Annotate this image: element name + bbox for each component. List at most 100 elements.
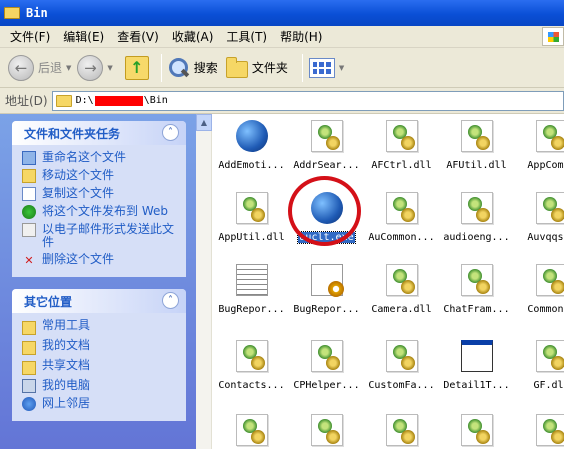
place-label: 常用工具 <box>42 318 91 332</box>
folder-icon <box>55 94 72 107</box>
network-icon <box>22 397 36 411</box>
folder-icon <box>4 7 20 19</box>
scrollbar[interactable]: ▲ <box>196 114 212 449</box>
task-rename[interactable]: 重命名这个文件 <box>22 151 182 165</box>
scroll-up-icon[interactable]: ▲ <box>196 114 212 131</box>
address-label: 地址(D) <box>5 94 48 108</box>
dll-icon <box>535 340 564 372</box>
file-item[interactable] <box>214 414 289 449</box>
back-button[interactable]: ← 后退 ▼ <box>8 54 71 81</box>
file-name: AddrSear... <box>293 160 360 171</box>
task-email[interactable]: 以电子邮件形式发送此文件 <box>22 223 182 249</box>
dll-icon <box>310 414 343 446</box>
chevron-down-icon[interactable]: ▼ <box>107 64 112 72</box>
address-input[interactable]: D:\ \Bin <box>51 90 564 111</box>
redaction-mark <box>94 95 143 106</box>
task-move[interactable]: 移动这个文件 <box>22 169 182 183</box>
dll-icon <box>385 120 418 152</box>
toolbar-divider <box>160 53 162 82</box>
computer-icon <box>22 379 36 393</box>
email-icon <box>22 223 36 237</box>
dll-icon <box>535 414 564 446</box>
title-bar: Bin <box>0 0 564 26</box>
file-name: AddEmoti... <box>218 160 285 171</box>
views-button[interactable]: ▼ <box>308 57 345 78</box>
file-item[interactable] <box>289 414 364 449</box>
file-item[interactable]: AppUtil.dll <box>214 192 289 243</box>
menu-help[interactable]: 帮助(H) <box>280 28 322 45</box>
file-item[interactable]: Contacts... <box>214 340 289 391</box>
place-network[interactable]: 网上邻居 <box>22 397 182 411</box>
menu-edit[interactable]: 编辑(E) <box>63 28 104 45</box>
file-item[interactable] <box>439 414 514 449</box>
address-path-prefix: D:\ <box>75 95 94 106</box>
forward-button[interactable]: → ▼ <box>77 54 113 81</box>
delete-icon: ✕ <box>24 253 34 267</box>
place-tools[interactable]: 常用工具 <box>22 319 182 335</box>
place-my-computer[interactable]: 我的电脑 <box>22 379 182 393</box>
other-places-header[interactable]: 其它位置 ˄ <box>12 289 186 313</box>
file-item[interactable]: Detail1T... <box>439 340 514 391</box>
file-list: ▲ AddEmoti... AddrSear... AFCtrl.dll AFUtil… <box>196 114 564 449</box>
back-arrow-icon: ← <box>8 54 34 81</box>
folders-button[interactable]: 文件夹 <box>225 56 288 78</box>
task-label: 移动这个文件 <box>42 168 115 182</box>
search-button[interactable]: 搜索 <box>168 57 218 79</box>
file-item[interactable]: ChatFram... <box>439 264 514 315</box>
highlight-circle <box>288 176 361 246</box>
dll-icon <box>535 264 564 296</box>
forward-arrow-icon: → <box>77 54 104 81</box>
dll-icon <box>385 264 418 296</box>
file-name: Auvqqsdl <box>527 232 564 243</box>
task-delete[interactable]: ✕ 删除这个文件 <box>22 253 182 267</box>
up-folder-icon[interactable]: ↑ <box>124 55 149 80</box>
task-label: 重命名这个文件 <box>42 150 127 164</box>
file-item[interactable]: Common.d <box>514 264 564 315</box>
text-file-icon <box>235 264 268 296</box>
dll-icon <box>460 192 493 224</box>
file-item[interactable] <box>364 414 439 449</box>
chevron-down-icon[interactable]: ▼ <box>66 64 71 72</box>
menu-view[interactable]: 查看(V) <box>117 28 159 45</box>
file-name: AFCtrl.dll <box>371 160 432 171</box>
file-item[interactable]: AuCommon... <box>364 192 439 243</box>
task-copy[interactable]: 复制这个文件 <box>22 187 182 201</box>
dll-icon <box>235 414 268 446</box>
search-icon <box>168 57 190 79</box>
dll-icon <box>310 340 343 372</box>
place-shared-documents[interactable]: 共享文档 <box>22 359 182 375</box>
file-item[interactable]: AppCom.d <box>514 120 564 171</box>
file-item[interactable]: Camera.dll <box>364 264 439 315</box>
place-my-documents[interactable]: 我的文档 <box>22 339 182 355</box>
file-item[interactable]: AFCtrl.dll <box>364 120 439 171</box>
other-places-panel: 其它位置 ˄ 常用工具 我的文档 共享文档 我的电脑 网上邻居 <box>12 289 186 421</box>
file-item[interactable]: BugRepor... <box>214 264 289 315</box>
collapse-icon[interactable]: ˄ <box>162 124 179 141</box>
toolbar: ← 后退 ▼ → ▼ ↑ 搜索 文件夹 ▼ <box>0 48 564 88</box>
config-file-icon <box>310 264 344 297</box>
file-item[interactable]: BugRepor... <box>289 264 364 315</box>
file-item[interactable]: AFUtil.dll <box>439 120 514 171</box>
chevron-down-icon: ▼ <box>338 63 345 72</box>
file-item[interactable]: CPHelper... <box>289 340 364 391</box>
file-item[interactable]: GF.dll <box>514 340 564 391</box>
file-tasks-header[interactable]: 文件和文件夹任务 ˄ <box>12 121 186 145</box>
file-item[interactable] <box>514 414 564 449</box>
folder-icon <box>22 341 36 355</box>
task-publish-web[interactable]: 将这个文件发布到 Web <box>22 205 182 219</box>
file-item[interactable]: CustomFa... <box>364 340 439 391</box>
file-tasks-title: 文件和文件夹任务 <box>24 126 121 141</box>
menu-file[interactable]: 文件(F) <box>10 28 50 45</box>
file-name: AppUtil.dll <box>218 232 285 243</box>
menu-favorites[interactable]: 收藏(A) <box>172 28 214 45</box>
menu-tools[interactable]: 工具(T) <box>226 28 267 45</box>
file-name: AppCom.d <box>527 160 564 171</box>
collapse-icon[interactable]: ˄ <box>162 292 179 309</box>
dll-icon <box>310 120 343 152</box>
menu-bar: 文件(F) 编辑(E) 查看(V) 收藏(A) 工具(T) 帮助(H) <box>0 26 564 48</box>
file-item[interactable]: audioeng... <box>439 192 514 243</box>
file-item[interactable]: AddrSear... <box>289 120 364 171</box>
place-label: 我的电脑 <box>42 378 91 392</box>
file-item[interactable]: AddEmoti... <box>214 120 289 171</box>
file-item[interactable]: Auvqqsdl <box>514 192 564 243</box>
